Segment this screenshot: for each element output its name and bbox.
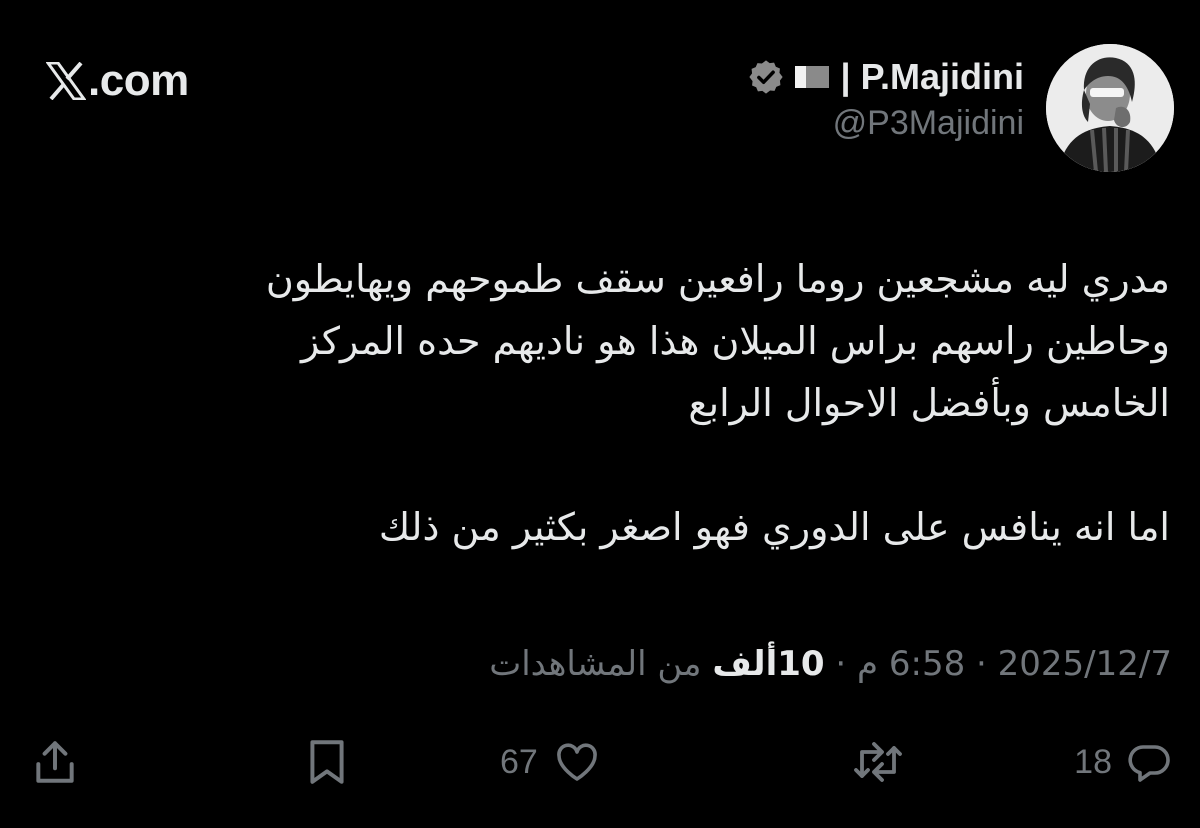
share-button[interactable] bbox=[32, 730, 78, 794]
action-bar: 18 67 bbox=[0, 730, 1200, 794]
retweet-button[interactable] bbox=[838, 730, 904, 794]
views-label: من المشاهدات bbox=[489, 644, 702, 684]
reply-button[interactable]: 18 bbox=[1074, 730, 1174, 794]
author-block[interactable]: | P.Majidini @P3Majidini bbox=[747, 52, 1024, 143]
tweet-date[interactable]: 2025/12/7 bbox=[998, 644, 1172, 684]
reply-icon bbox=[1128, 745, 1170, 782]
bookmark-icon bbox=[310, 740, 344, 784]
verified-badge-icon bbox=[748, 60, 783, 94]
qatar-flag-icon bbox=[794, 66, 829, 88]
heart-icon bbox=[557, 743, 597, 781]
profile-avatar bbox=[1046, 44, 1174, 172]
tweet-line: مدري ليه مشجعين روما رافعين سقف طموحهم و… bbox=[265, 257, 1170, 301]
author-display-name[interactable]: | P.Majidini bbox=[841, 56, 1024, 98]
tweet-line: الخامس وبأفضل الاحوال الرابع bbox=[688, 381, 1170, 425]
tweet-line: وحاطين راسهم براس الميلان هذا هو ناديهم … bbox=[300, 319, 1170, 363]
x-brand[interactable]: .com bbox=[46, 56, 189, 106]
avatar[interactable] bbox=[1046, 44, 1174, 172]
site-label: .com bbox=[88, 56, 189, 105]
like-count: 67 bbox=[500, 742, 538, 781]
author-handle[interactable]: @P3Majidini bbox=[747, 104, 1024, 143]
meta-separator: · bbox=[835, 644, 847, 684]
tweet-meta: 2025/12/7 · 6:58 م · 10ألف من المشاهدات bbox=[489, 644, 1172, 684]
tweet-text: مدري ليه مشجعين روما رافعين سقف طموحهم و… bbox=[90, 248, 1170, 558]
x-logo-icon bbox=[46, 62, 86, 100]
tweet-line: اما انه ينافس على الدوري فهو اصغر بكثير … bbox=[378, 505, 1170, 549]
author-name-row: | P.Majidini bbox=[747, 52, 1024, 102]
like-button[interactable]: 67 bbox=[500, 730, 602, 794]
views-count: 10ألف bbox=[712, 644, 825, 684]
meta-separator: · bbox=[976, 644, 987, 684]
retweet-icon bbox=[854, 742, 902, 782]
share-icon bbox=[36, 741, 74, 783]
bookmark-button[interactable] bbox=[304, 730, 350, 794]
reply-count: 18 bbox=[1074, 742, 1112, 781]
tweet-time[interactable]: 6:58 م bbox=[857, 644, 965, 684]
